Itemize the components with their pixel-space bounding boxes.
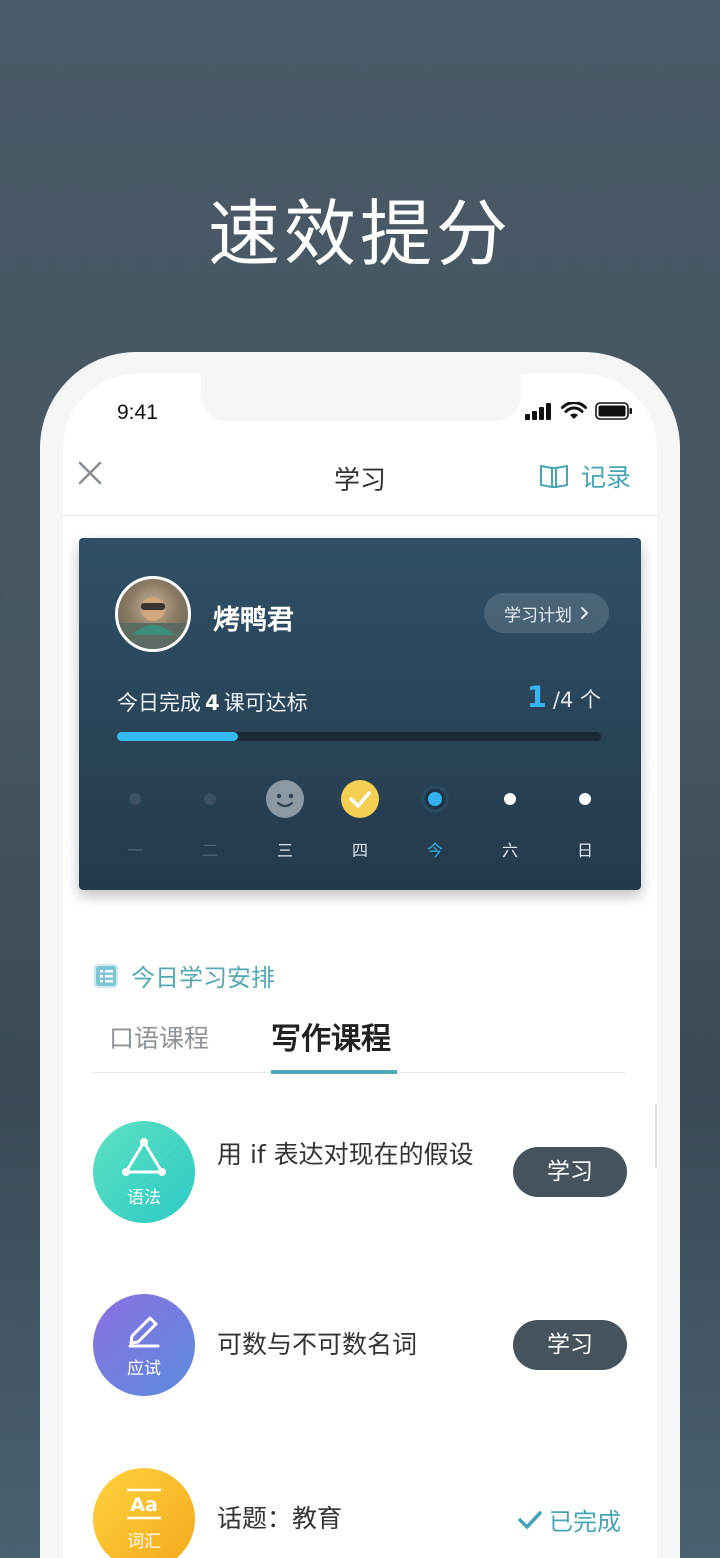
list-icon [94,963,118,988]
lesson-item[interactable]: Aa 词汇 话题：教育 已完成 [93,1468,627,1558]
week-day: 日 [547,778,623,861]
avatar-photo [118,597,188,649]
schedule-heading-label: 今日学习安排 [131,964,275,992]
chevron-right-icon [581,607,589,619]
goal-prefix: 今日完成 [117,691,201,715]
week-day-label: 日 [576,841,593,860]
lesson-title: 可数与不可数名词 [217,1330,418,1359]
target-icon [397,778,473,820]
goal-suffix: 课可达标 [223,691,308,715]
lesson-category: 词汇 [127,1531,161,1552]
week-day: 六 [472,778,548,861]
lesson-badge-vocabulary: Aa 词汇 [93,1468,195,1558]
week-day-label: 二 [201,841,218,860]
progress-fill [117,732,238,741]
goal-number: 4 [205,691,220,715]
user-name: 烤鸭君 [213,605,294,636]
dot-icon [97,778,173,820]
week-day-label: 六 [501,841,518,860]
book-icon [539,465,568,488]
face-icon [247,778,323,820]
app-screen: 9:41 学习 记录 烤鸭君 学习计划 今日完成 4 课可达标 1 /4 个 一… [63,374,657,1558]
daily-goal-text: 今日完成 4 课可达标 [117,687,308,717]
course-tabs: 口语课程 写作课程 [93,1019,625,1074]
tab-writing[interactable]: 写作课程 [271,1014,391,1058]
week-day-label: 三 [276,841,293,860]
week-day: 今 [397,778,473,861]
lesson-badge-exam: 应试 [93,1294,195,1396]
aa-icon: Aa [127,1488,161,1519]
svg-text:Aa: Aa [130,1494,158,1516]
check-circle-icon [322,778,398,820]
status-icons [525,402,633,420]
lesson-category: 应试 [127,1358,161,1379]
lesson-title: 话题：教育 [217,1504,343,1533]
tab-speaking[interactable]: 口语课程 [109,1019,209,1055]
battery-icon [595,402,632,420]
goal-counter: 1/4 个 [527,680,601,714]
total-count: /4 个 [552,688,601,712]
dot-icon [547,778,623,820]
week-day: 一 [97,778,173,861]
lesson-category: 语法 [127,1187,161,1208]
pencil-icon [128,1316,160,1347]
lesson-item[interactable]: 语法 用 if 表达对现在的假设 学习 [93,1121,627,1223]
nav-bar: 学习 记录 [63,442,657,516]
lesson-badge-grammar: 语法 [93,1121,195,1223]
dot-icon [172,778,248,820]
week-day-label: 四 [351,841,368,860]
record-button[interactable]: 记录 [539,458,631,494]
week-day-label: 今 [426,841,443,860]
week-day: 二 [172,778,248,861]
completed-status: 已完成 [517,1502,621,1537]
week-day-label: 一 [126,841,143,860]
avatar[interactable] [115,576,191,652]
promo-title: 速效提分 [207,192,512,276]
lesson-title: 用 if 表达对现在的假设 [217,1140,474,1169]
lesson-item[interactable]: 应试 可数与不可数名词 学习 [93,1294,627,1396]
wifi-icon [561,402,587,419]
progress-card: 烤鸭君 学习计划 今日完成 4 课可达标 1/4 个 一 二 三 四 今 六 日 [79,538,641,890]
progress-bar [117,732,601,741]
schedule-heading: 今日学习安排 [93,958,275,993]
check-icon [518,1510,542,1529]
study-plan-label: 学习计划 [504,605,572,626]
study-button[interactable]: 学习 [513,1320,627,1370]
week-day: 三 [247,778,323,861]
dot-icon [472,778,548,820]
study-button[interactable]: 学习 [513,1147,627,1197]
signal-icon [525,403,551,420]
status-time: 9:41 [117,401,158,424]
study-plan-button[interactable]: 学习计划 [484,593,609,633]
triangle-icon [122,1137,166,1176]
phone-notch [201,374,521,422]
completed-label: 已完成 [549,1508,621,1536]
record-label: 记录 [580,463,631,492]
done-count: 1 [526,680,547,714]
scrollbar[interactable] [655,1104,657,1168]
week-day: 四 [322,778,398,861]
active-tab-indicator [271,1070,397,1074]
